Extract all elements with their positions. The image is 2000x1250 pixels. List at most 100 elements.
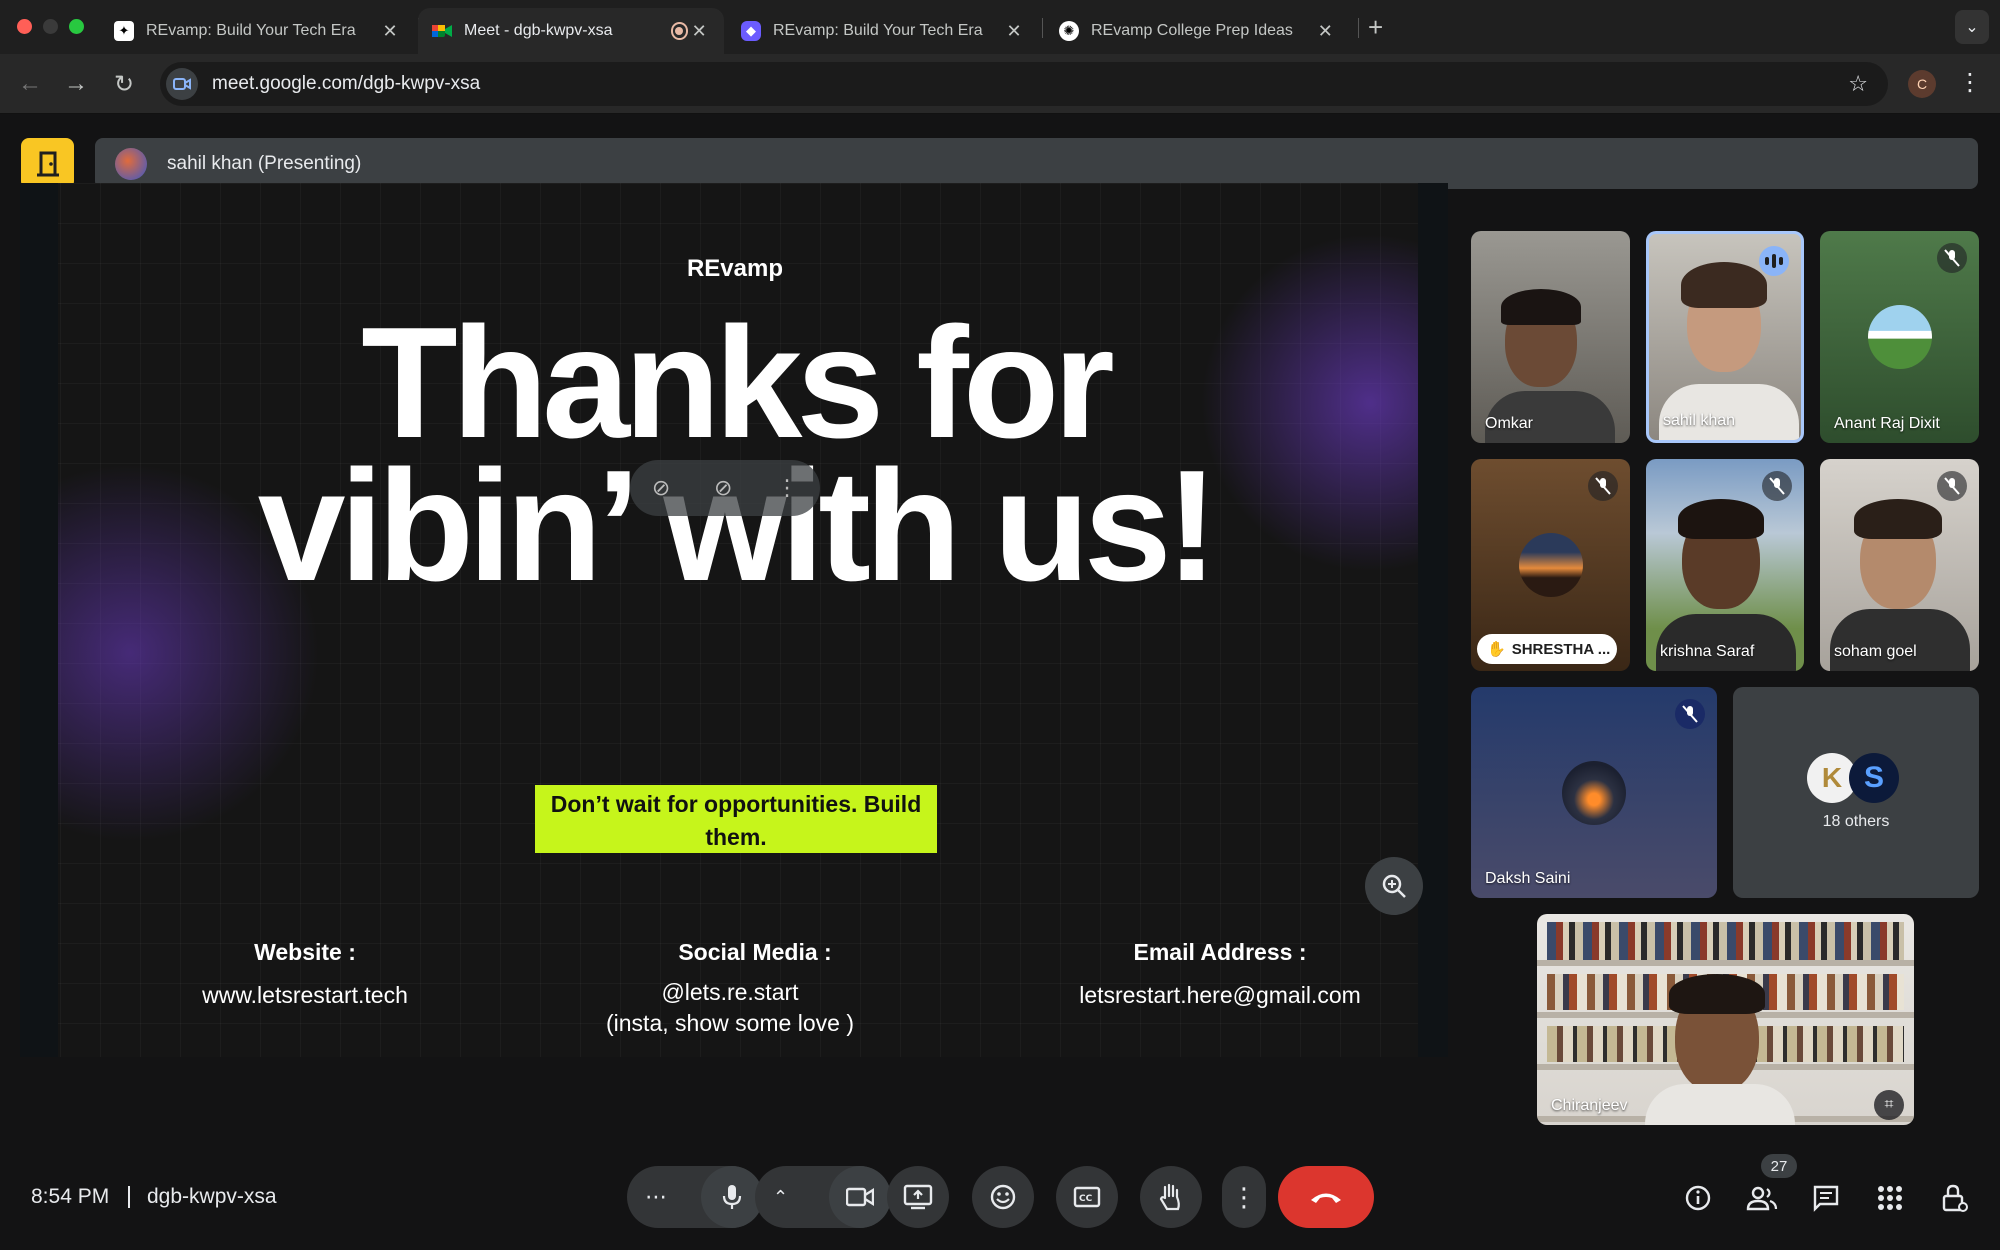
participant-name: SHRESTHA ... (1511, 640, 1611, 658)
activities-grid-icon[interactable] (1872, 1180, 1908, 1216)
present-screen-icon (903, 1184, 933, 1210)
raised-hand-badge: ✋ SHRESTHA ... (1477, 634, 1617, 664)
browser-tab[interactable]: ✺ REvamp College Prep Ideas ✕ (1045, 8, 1350, 54)
closed-captions-icon: CC (1073, 1186, 1101, 1208)
sparkle-icon: ✦ (114, 21, 134, 41)
presenter-avatar (115, 147, 147, 180)
participant-tile[interactable]: Omkar (1471, 231, 1630, 443)
url-text: meet.google.com/dgb-kwpv-xsa (212, 73, 481, 94)
captions-button[interactable]: CC (1056, 1166, 1118, 1228)
others-tile[interactable]: K S 18 others (1733, 687, 1979, 898)
bookmark-star-icon[interactable]: ☆ (1848, 71, 1868, 97)
close-icon[interactable]: ✕ (379, 21, 401, 42)
tab-title: REvamp College Prep Ideas (1091, 22, 1293, 39)
raise-hand-icon (1159, 1183, 1180, 1211)
presentation-hover-controls[interactable]: ⊘ ⊘ ⋮ (630, 460, 820, 516)
emoji-icon (990, 1184, 1016, 1210)
hang-up-icon (1311, 1193, 1341, 1203)
more-options-icon[interactable]: ⋮ (776, 475, 798, 501)
participant-name: soham goel (1834, 643, 1917, 660)
mic-off-icon (1588, 471, 1618, 501)
mute-presenter-icon[interactable]: ⊘ (714, 475, 732, 501)
zoom-in-icon[interactable] (1365, 857, 1423, 915)
unpin-icon[interactable]: ⊘ (652, 475, 670, 501)
more-vert-icon: ⋮ (1231, 1181, 1257, 1212)
participant-tile[interactable]: krishna Saraf (1646, 459, 1804, 671)
browser-menu-icon[interactable]: ⋮ (1958, 68, 1982, 97)
participant-avatar (1562, 760, 1626, 825)
back-arrow-icon[interactable]: ← (14, 68, 46, 100)
close-icon[interactable]: ✕ (688, 21, 710, 42)
reload-icon[interactable]: ↻ (108, 68, 140, 100)
app-icon: ◆ (741, 21, 761, 41)
crop-icon[interactable]: ⌗ (1874, 1090, 1904, 1120)
present-screen-button[interactable] (887, 1166, 949, 1228)
raised-hand-icon: ✋ (1487, 641, 1506, 658)
email-heading: Email Address : (1133, 939, 1307, 965)
new-tab-button[interactable]: + (1368, 12, 1383, 43)
google-meet-icon (432, 21, 452, 41)
microphone-icon (722, 1185, 742, 1209)
recording-icon (670, 22, 689, 40)
more-options-button[interactable]: ⋮ (1222, 1166, 1266, 1228)
social-value: @lets.re.start (661, 979, 799, 1005)
self-view-tile[interactable]: Chiranjeev ⌗ (1537, 914, 1914, 1125)
participant-tile[interactable]: Daksh Saini (1471, 687, 1717, 898)
participant-tile[interactable]: soham goel (1820, 459, 1979, 671)
slide-cta-banner: Don’t wait for opportunities. Build them… (535, 785, 937, 853)
browser-tab-bar: ✦ REvamp: Build Your Tech Era ✕ Meet - d… (0, 0, 2000, 54)
presenter-label: sahil khan (Presenting) (167, 152, 362, 174)
website-value: www.letsrestart.tech (202, 982, 408, 1008)
website-heading: Website : (254, 939, 356, 965)
participant-avatar: S (1849, 753, 1899, 803)
participant-name: Anant Raj Dixit (1834, 415, 1940, 432)
participant-name: Daksh Saini (1485, 870, 1571, 887)
browser-tab-active[interactable]: Meet - dgb-kwpv-xsa ✕ (418, 8, 724, 54)
participant-tile[interactable]: ✋ SHRESTHA ... (1471, 459, 1630, 671)
social-note: (insta, show some love ) (606, 1010, 854, 1036)
current-time: 8:54 PM (31, 1185, 110, 1208)
video-camera-icon (846, 1187, 874, 1207)
participant-tile[interactable]: Anant Raj Dixit (1820, 231, 1979, 443)
window-minimize-button[interactable] (43, 19, 58, 34)
meeting-info-icon[interactable] (1680, 1180, 1716, 1216)
tab-search-chevron-icon[interactable]: ⌄ (1955, 10, 1989, 44)
chevron-up-icon[interactable]: ⌃ (773, 1187, 788, 1208)
presenter-banner[interactable]: sahil khan (Presenting) (95, 138, 1978, 189)
address-bar[interactable]: meet.google.com/dgb-kwpv-xsa ☆ (160, 62, 1888, 106)
raise-hand-button[interactable] (1140, 1166, 1202, 1228)
social-heading: Social Media : (678, 939, 832, 965)
more-audio-options-icon[interactable]: ⋯ (645, 1184, 667, 1210)
participant-avatar (1518, 533, 1583, 597)
speaking-indicator-icon (1759, 246, 1789, 276)
browser-tab[interactable]: ✦ REvamp: Build Your Tech Era ✕ (100, 8, 415, 54)
forward-arrow-icon[interactable]: → (60, 68, 92, 100)
close-icon[interactable]: ✕ (1003, 21, 1025, 42)
people-icon[interactable] (1744, 1180, 1780, 1216)
shared-screen-slide: REvamp Thanks for vibin’ with us! Don’t … (20, 183, 1448, 1057)
slide-brand: REvamp (686, 255, 784, 282)
end-call-button[interactable] (1278, 1166, 1374, 1228)
camera-button[interactable] (829, 1166, 891, 1228)
door-exit-icon[interactable] (21, 138, 74, 189)
profile-avatar[interactable]: C (1908, 70, 1936, 98)
chat-icon[interactable] (1808, 1180, 1844, 1216)
mic-off-icon (1762, 471, 1792, 501)
host-controls-lock-icon[interactable] (1936, 1180, 1972, 1216)
tab-title: REvamp: Build Your Tech Era (773, 22, 983, 39)
participant-avatar (1867, 305, 1932, 369)
participant-tile-speaking[interactable]: sahil khan (1646, 231, 1804, 443)
participant-name: krishna Saraf (1660, 643, 1755, 660)
svg-text:CC: CC (1079, 1194, 1093, 1204)
microphone-button[interactable] (701, 1166, 763, 1228)
window-close-button[interactable] (17, 19, 32, 34)
window-zoom-button[interactable] (69, 19, 84, 34)
others-count-label: 18 others (1822, 813, 1890, 830)
browser-tab[interactable]: ◆ REvamp: Build Your Tech Era ✕ (727, 8, 1039, 54)
participant-name: Chiranjeev (1551, 1097, 1628, 1114)
tab-title: Meet - dgb-kwpv-xsa (464, 22, 613, 39)
reactions-button[interactable] (972, 1166, 1034, 1228)
video-camera-icon[interactable] (166, 68, 198, 100)
mic-off-icon (1937, 471, 1967, 501)
close-icon[interactable]: ✕ (1315, 21, 1336, 42)
